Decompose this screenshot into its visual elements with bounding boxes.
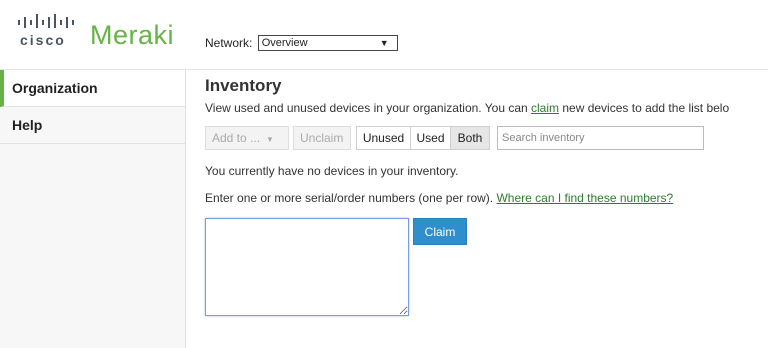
filter-used-button[interactable]: Used — [411, 127, 451, 149]
network-selector: Network: Overview ▼ — [205, 35, 398, 51]
filter-unused-button[interactable]: Unused — [357, 127, 411, 149]
sidebar: Organization Help — [0, 70, 186, 348]
find-numbers-link[interactable]: Where can I find these numbers? — [496, 191, 673, 205]
dropdown-arrow-icon: ▼ — [379, 38, 389, 48]
description-text-end: new devices to add the list belo — [559, 101, 730, 115]
sidebar-item-organization[interactable]: Organization — [0, 70, 185, 107]
sidebar-item-help[interactable]: Help — [0, 107, 185, 144]
sidebar-item-label: Organization — [12, 80, 98, 96]
description-text: View used and unused devices in your org… — [205, 101, 532, 115]
sidebar-item-label: Help — [12, 117, 43, 133]
network-selected-value: Overview — [261, 37, 308, 49]
serial-instructions-text: Enter one or more serial/order numbers (… — [205, 191, 497, 205]
filter-both-button[interactable]: Both — [451, 127, 489, 149]
serial-numbers-textarea[interactable] — [205, 218, 409, 316]
unclaim-button[interactable]: Unclaim — [293, 126, 351, 150]
add-to-label: Add to ... — [212, 131, 261, 145]
page-title: Inventory — [205, 76, 282, 95]
header: cisco Meraki Network: Overview ▼ — [0, 0, 768, 70]
usage-filter: Unused Used Both — [356, 126, 490, 150]
search-input[interactable] — [497, 126, 704, 150]
add-to-button[interactable]: Add to ... ▼ — [205, 126, 289, 150]
claim-link[interactable]: claim — [531, 101, 559, 115]
serial-instructions: Enter one or more serial/order numbers (… — [205, 191, 673, 205]
logo-meraki-text: Meraki — [90, 20, 175, 50]
cisco-bars-icon — [18, 14, 74, 28]
caret-down-icon: ▼ — [266, 135, 274, 144]
logo-cisco-text: cisco — [20, 32, 66, 48]
network-dropdown[interactable]: Overview ▼ — [257, 35, 398, 51]
page-description: View used and unused devices in your org… — [205, 101, 729, 115]
cisco-meraki-logo[interactable]: cisco Meraki — [16, 10, 186, 50]
claim-button[interactable]: Claim — [413, 218, 467, 245]
empty-inventory-message: You currently have no devices in your in… — [205, 164, 459, 178]
network-label: Network: — [205, 36, 253, 50]
